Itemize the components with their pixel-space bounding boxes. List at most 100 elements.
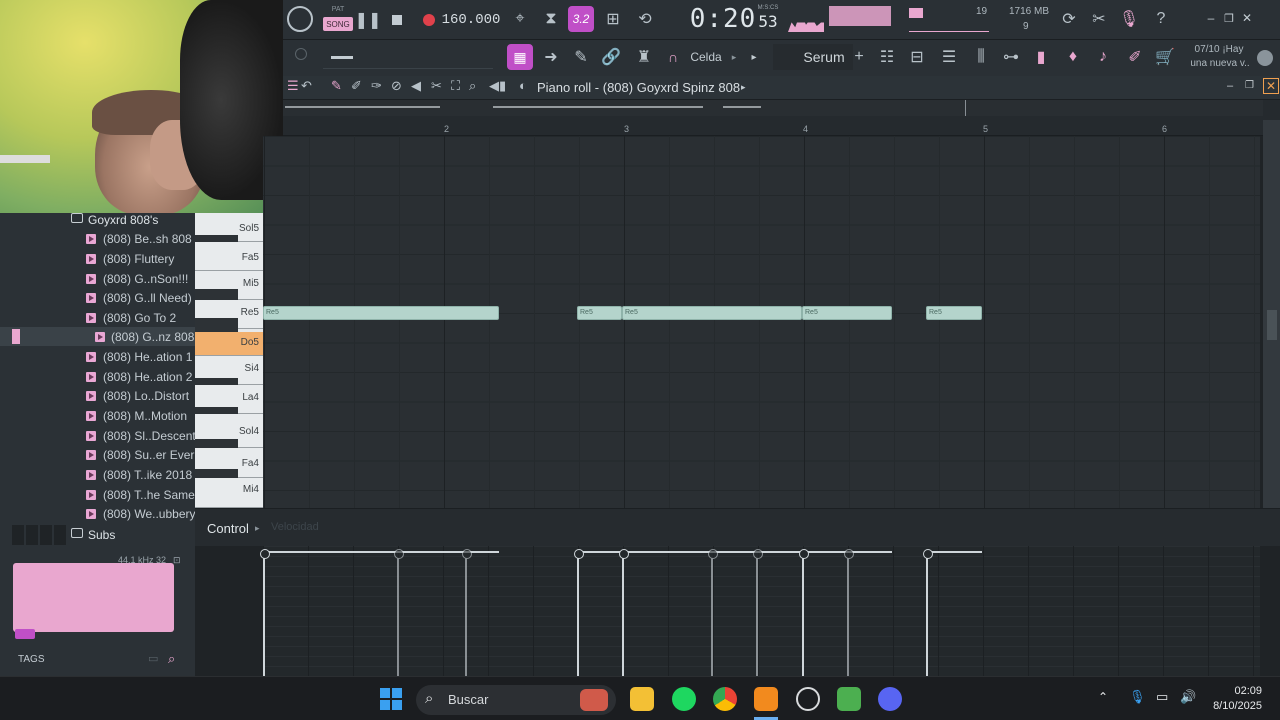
news-date[interactable]: 07/10 ¡Hay [1189,44,1249,55]
pencil-tool-icon[interactable]: ✐ [1125,46,1145,68]
loop-record-icon[interactable]: ⟲ [633,8,657,30]
stamp-icon[interactable]: ♜ [633,46,655,68]
playlist-icon[interactable]: ☷ [877,46,897,68]
vertical-scrollbar[interactable] [1263,120,1280,508]
wait-input-icon[interactable]: ⧗ [539,8,563,30]
news-headline-2[interactable]: una nueva v.. [1189,58,1251,69]
channel-rack-icon[interactable]: ☰ [939,46,959,68]
play-preview-icon[interactable]: ▸ [749,50,759,64]
browser-folder-goyxrd[interactable]: Goyxrd 808's [0,210,195,229]
tags-folder-icon[interactable]: ▭ [148,652,158,665]
control-selector[interactable]: Control [207,521,249,536]
pr-minimize-icon[interactable]: – [1227,80,1233,92]
browser-item[interactable]: (808) G..ll Need) [0,288,195,307]
piano-black-key[interactable] [195,318,238,332]
browser-folder-subs[interactable]: Subs [0,525,195,544]
browser-item[interactable]: (808) Go To 2 [0,308,195,327]
browser-item[interactable]: (808) G..nSon!!! [0,269,195,288]
plugin-selector[interactable]: Serum [803,46,845,68]
velocity-bar[interactable] [753,549,763,676]
note[interactable]: Re5 [622,306,802,320]
record-button[interactable] [421,12,437,28]
paint-tool-icon[interactable]: ✐ [351,78,362,94]
main-pitch-slider[interactable] [331,56,353,59]
piano-keyboard[interactable]: Sol5 Fa5 Mi5 Re5 Do5 Si4 La4 Sol4 Fa4 Mi… [195,213,263,508]
pr-close-icon[interactable]: ✕ [1263,78,1279,94]
velocity-bar[interactable] [844,549,854,676]
arrow-right-icon[interactable]: ➜ [541,46,561,68]
restore-icon[interactable]: ❐ [1221,10,1237,26]
velocity-bar[interactable] [394,549,404,676]
sample-info-icon[interactable]: ⊡ [173,555,181,566]
snap-selector[interactable]: Celda [681,48,731,66]
browser-item[interactable]: (808) M..Motion [0,406,195,425]
control-dropdown-icon[interactable]: ▸ [255,523,260,534]
browser-item[interactable]: (808) Be..sh 808 [0,229,195,248]
velocity-bar[interactable] [619,549,629,676]
control-target[interactable]: Velocidad [271,521,319,533]
song-toggle[interactable]: SONG [323,17,353,31]
pat-toggle[interactable]: PAT [323,4,353,14]
playback-tool-icon[interactable]: ◀▮ [489,78,506,94]
step-edit-icon[interactable]: ⊞ [601,8,625,30]
scrollbar-thumb[interactable] [1267,310,1277,340]
pause-icon[interactable]: ❚❚ [355,10,382,30]
browser-item[interactable]: (808) T..ike 2018 [0,465,195,484]
tools-icon[interactable]: ✂ [1089,8,1109,30]
small-knob-icon[interactable] [295,48,307,60]
microphone-icon[interactable]: 🎙 [1119,8,1139,30]
close-icon[interactable]: ✕ [1239,10,1255,26]
tags-search-icon[interactable]: ⌕ [168,651,175,667]
piano-roll-title[interactable]: Piano roll - (808) Goyxrd Spinz 808 [537,80,740,95]
note-grid[interactable]: Re5 Re5 Re5 Re5 Re5 [263,136,1260,508]
mute-tool-icon[interactable]: ◀ [411,78,421,94]
master-volume-knob[interactable] [287,6,313,32]
browser-item-selected[interactable]: (808) G..nz 808 [0,327,195,346]
velocity-bar[interactable] [799,549,809,676]
piano-roll-options-icon[interactable]: ☰ [287,78,299,94]
plugin-icon[interactable]: ♦ [1063,46,1083,68]
stop-button[interactable] [389,12,405,28]
guitar-icon[interactable]: ♪ [1093,46,1113,68]
note[interactable]: Re5 [577,306,622,320]
pr-restore-icon[interactable]: ❐ [1245,80,1254,91]
horizontal-scrollbar[interactable] [283,100,1263,116]
browser-item[interactable]: (808) T..he Same [0,485,195,504]
taskbar-search[interactable]: ⌕ Buscar [416,685,616,715]
spotify-icon[interactable] [672,687,696,711]
piano-roll-timeline[interactable]: 2 3 4 5 6 [283,100,1280,136]
pattern-mode-button[interactable]: 3.2 [568,6,594,32]
velocity-bar[interactable] [574,549,584,676]
undo-icon[interactable]: ↶ [301,78,312,94]
preview-play-icon[interactable] [15,629,35,639]
fl-studio-icon[interactable] [754,687,778,711]
magnet-icon[interactable]: ∩ [663,48,683,66]
velocity-bar[interactable] [260,549,270,676]
velocity-lane[interactable] [260,546,1260,676]
browser-item[interactable]: (808) He..ation 2 [0,367,195,386]
title-arrow-icon[interactable]: ▸ [741,82,746,93]
account-icon[interactable] [1257,50,1273,66]
select-tool-icon[interactable]: ⛶ [451,78,460,94]
slice-tool-icon[interactable]: ✂ [431,78,442,94]
piano-key-active[interactable]: Do5 [195,332,263,356]
browser-item[interactable]: (808) Su..er Ever [0,445,195,464]
sample-waveform-preview[interactable] [13,563,174,639]
android-app-icon[interactable] [837,687,861,711]
network-icon[interactable]: ▭ [1156,689,1168,705]
note[interactable]: Re5 [926,306,982,320]
refresh-icon[interactable]: ⟳ [1059,8,1079,30]
speaker-icon[interactable]: ◐ [519,78,527,93]
delete-tool-icon[interactable]: ⊘ [391,78,402,94]
note[interactable]: Re5 [802,306,892,320]
browser-item[interactable]: (808) Fluttery [0,249,195,268]
piano-key[interactable]: Mi4 [195,478,263,508]
cart-icon[interactable]: 🛒 [1155,46,1175,68]
browser-item[interactable]: (808) Sl..Descent [0,426,196,445]
piano-key[interactable]: Fa5 [195,242,263,271]
browser-item[interactable]: (808) Lo..Distort [0,386,195,405]
discord-icon[interactable] [878,687,902,711]
step-sequencer-icon[interactable]: ⊟ [907,46,927,68]
brush-icon[interactable]: ✎ [571,46,591,68]
note[interactable]: Re5 [263,306,499,320]
